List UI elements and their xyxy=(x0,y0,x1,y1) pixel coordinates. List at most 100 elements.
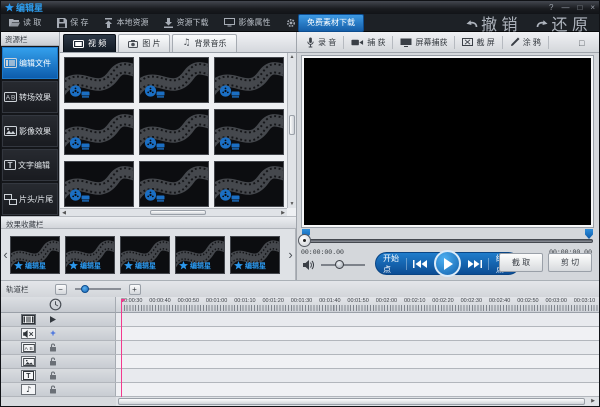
resource-tab[interactable]: 图 片 xyxy=(118,34,170,52)
sidebar-item[interactable]: 编辑文件 xyxy=(2,47,58,79)
scroll-left-icon[interactable]: ◀ xyxy=(60,209,68,216)
start-point-button[interactable]: 开始点 xyxy=(376,253,406,275)
track-lane[interactable] xyxy=(116,369,599,382)
volume-slider[interactable] xyxy=(321,264,365,266)
plus-icon[interactable]: + xyxy=(48,329,58,338)
video-thumbnail[interactable] xyxy=(64,109,134,155)
track-lane[interactable] xyxy=(116,327,599,340)
lock-icon[interactable] xyxy=(48,385,58,394)
favorites-thumbs: 编辑星 编辑星 编辑星 xyxy=(10,236,286,274)
speaker-icon[interactable] xyxy=(303,260,315,270)
timeline-zoom-out-button[interactable]: − xyxy=(55,284,67,295)
star-icon xyxy=(179,261,188,270)
timeline-zoom-knob[interactable] xyxy=(81,285,89,293)
favorite-thumbnail[interactable]: 编辑星 xyxy=(10,236,60,274)
preview-toolbar-button[interactable]: 涂 鸦 xyxy=(503,36,549,49)
resource-tab[interactable]: ♫ 背景音乐 xyxy=(172,34,236,52)
resource-tab[interactable]: 视 频 xyxy=(63,34,116,52)
next-frame-button[interactable] xyxy=(462,260,488,268)
video-thumbnail[interactable] xyxy=(214,57,284,103)
cut-button[interactable]: 剪 切 xyxy=(548,253,592,272)
toolbar-button[interactable]: 读 取 xyxy=(1,14,49,31)
svg-text:B: B xyxy=(29,346,32,352)
scroll-right-icon[interactable]: ▶ xyxy=(279,209,287,216)
toolbar-button[interactable]: 影像属性 xyxy=(216,14,278,31)
watermark-label: 编辑星 xyxy=(135,261,156,271)
transition-sm-icon: AB xyxy=(21,342,36,353)
scroll-down-icon[interactable]: ▼ xyxy=(288,200,296,208)
track-lane[interactable] xyxy=(116,355,599,368)
scrollbar-thumb[interactable] xyxy=(150,210,206,215)
seek-knob[interactable] xyxy=(298,234,311,247)
grid-vertical-scrollbar[interactable]: ▲ ▼ xyxy=(287,53,296,208)
lock-icon[interactable] xyxy=(48,343,58,352)
track-lane[interactable] xyxy=(116,341,599,354)
track-lane[interactable] xyxy=(116,383,599,396)
resource-tab-label: 图 片 xyxy=(142,38,160,49)
preview-toolbar-button[interactable]: 录 音 xyxy=(299,36,344,49)
play-icon[interactable] xyxy=(48,316,58,323)
sidebar-item[interactable]: 片头/片尾 xyxy=(2,183,58,215)
timeline-panel: 轨道栏 − + 00:00:3000:00:4000:00:5000:01:00… xyxy=(1,280,599,406)
play-button[interactable] xyxy=(434,250,461,277)
video-thumbnail[interactable] xyxy=(139,109,209,155)
ruler-time-label: 00:01:50 xyxy=(347,298,368,304)
trim-end-handle[interactable] xyxy=(585,229,593,239)
toolbar-button[interactable]: 保 存 xyxy=(49,14,96,31)
video-thumbnail[interactable] xyxy=(139,161,209,207)
playhead-flag[interactable] xyxy=(121,299,126,303)
edit-buttons: 截 取 剪 切 xyxy=(499,253,592,272)
grid-horizontal-scrollbar[interactable]: ◀ ▶ xyxy=(60,208,287,216)
timeline-zoom-slider[interactable] xyxy=(75,288,121,290)
free-material-download-button[interactable]: 免费素材下载 xyxy=(298,14,364,32)
film-reel-icon xyxy=(219,137,241,150)
film-reel-icon xyxy=(219,85,241,98)
sidebar-item[interactable]: AB 转场效果 xyxy=(2,81,58,113)
tracks: + AB T xyxy=(1,313,599,397)
preview-toolbar-label: 录 音 xyxy=(318,37,336,48)
snip-icon xyxy=(462,38,473,47)
favorite-thumbnail[interactable]: 编辑星 xyxy=(65,236,115,274)
video-thumbnail[interactable] xyxy=(139,57,209,103)
favorite-thumbnail[interactable]: 编辑星 xyxy=(230,236,280,274)
toolbar-button[interactable]: 本地资源 xyxy=(96,14,156,31)
preview-toolbar-button[interactable]: 捕 获 xyxy=(344,36,393,49)
sidebar-item[interactable]: T 文字编辑 xyxy=(2,149,58,181)
lock-icon[interactable] xyxy=(48,357,58,366)
toolbar-button[interactable]: 资源下载 xyxy=(156,14,216,31)
track-lane[interactable] xyxy=(116,313,599,326)
playhead[interactable] xyxy=(121,299,122,397)
seek-bar[interactable] xyxy=(302,239,593,243)
capture-button[interactable]: 截 取 xyxy=(499,253,543,272)
sidebar-item[interactable]: 影像效果 xyxy=(2,115,58,147)
lock-icon[interactable] xyxy=(48,371,58,380)
scroll-right-icon[interactable]: ▶ xyxy=(588,397,598,406)
favorites-prev-icon[interactable]: ‹ xyxy=(1,236,10,274)
favorite-thumbnail[interactable]: 编辑星 xyxy=(120,236,170,274)
video-thumbnail[interactable] xyxy=(64,161,134,207)
track-header: ♪ xyxy=(1,383,116,396)
undo-button[interactable]: 撤 销 xyxy=(456,11,526,35)
video-thumbnail[interactable] xyxy=(214,161,284,207)
detach-preview-button[interactable]: □ xyxy=(579,38,584,48)
preview-toolbar-button[interactable]: 截 屏 xyxy=(455,36,502,49)
time-ruler[interactable]: 00:00:3000:00:4000:00:5000:01:0000:01:10… xyxy=(116,297,599,313)
timeline-zoom-in-button[interactable]: + xyxy=(129,284,141,295)
preview-toolbar-button[interactable]: 屏幕捕获 xyxy=(393,36,455,49)
video-thumbnail[interactable] xyxy=(64,57,134,103)
scrollbar-thumb[interactable] xyxy=(289,115,295,135)
music-sm-icon: ♪ xyxy=(21,384,36,395)
video-thumbnail[interactable] xyxy=(214,109,284,155)
ruler-time-label: 00:01:30 xyxy=(291,298,312,304)
ruler-time-label: 00:02:20 xyxy=(432,298,453,304)
previous-frame-button[interactable] xyxy=(407,260,433,268)
favorite-thumbnail[interactable]: 编辑星 xyxy=(175,236,225,274)
timeline-horizontal-scrollbar[interactable]: ▶ xyxy=(116,396,599,406)
volume-knob[interactable] xyxy=(335,260,344,269)
film-reel-icon xyxy=(69,189,91,202)
scrollbar-thumb[interactable] xyxy=(118,398,585,405)
favorites-next-icon[interactable]: › xyxy=(286,236,295,274)
scroll-up-icon[interactable]: ▲ xyxy=(288,53,296,61)
effects-favorites-header: 效果收藏栏 xyxy=(1,216,296,229)
watermark: 编辑星 xyxy=(124,261,156,271)
